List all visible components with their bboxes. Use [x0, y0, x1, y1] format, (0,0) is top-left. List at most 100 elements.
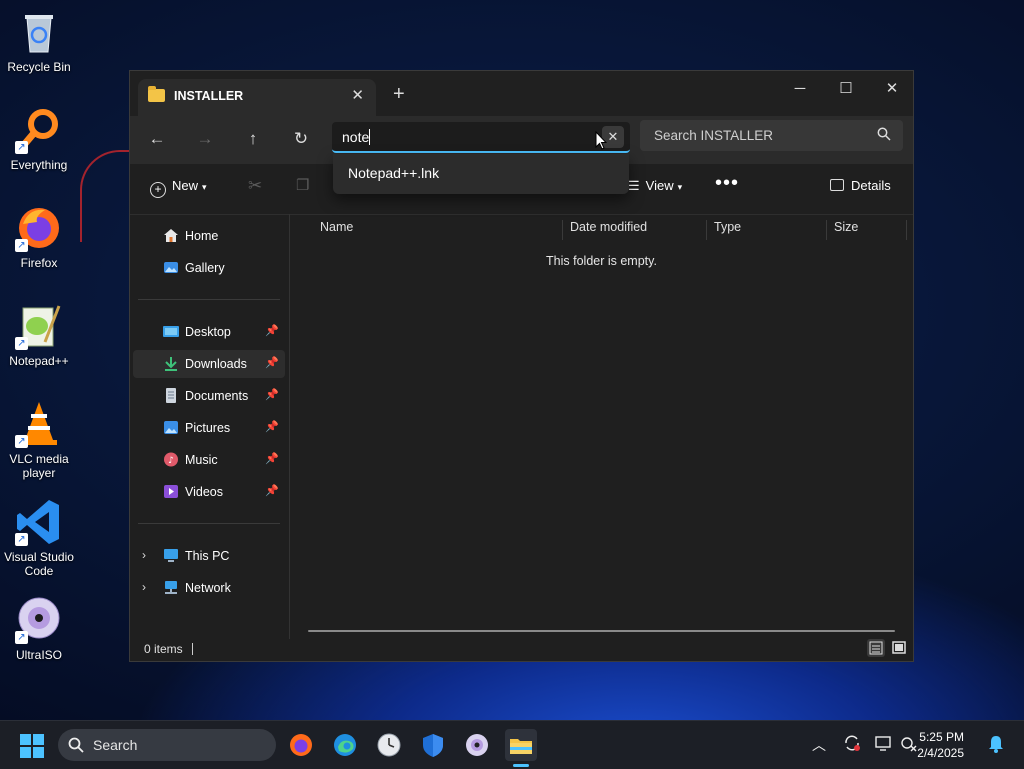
- nav-item-videos[interactable]: Videos 📌: [133, 478, 285, 506]
- display-icon[interactable]: [875, 734, 893, 757]
- search-icon: [68, 737, 84, 758]
- nav-separator: [138, 523, 280, 524]
- address-bar-input[interactable]: note ✕: [332, 122, 630, 153]
- system-clock[interactable]: 5:25 PM 2/4/2025: [917, 729, 964, 761]
- expand-chevron-icon[interactable]: ›: [142, 548, 146, 562]
- tab-close-icon[interactable]: ✕: [351, 86, 364, 104]
- nav-label: Network: [185, 581, 231, 595]
- pin-icon: 📌: [265, 389, 279, 401]
- details-button[interactable]: Details: [830, 178, 891, 193]
- defender-shield-icon[interactable]: [417, 729, 449, 761]
- back-arrow-icon[interactable]: ←: [144, 126, 170, 152]
- more-options-icon[interactable]: •••: [715, 172, 739, 195]
- nav-item-music[interactable]: ♪ Music 📌: [133, 446, 285, 474]
- refresh-icon[interactable]: ↻: [288, 126, 314, 152]
- desktop-icon-label: Everything: [10, 158, 68, 172]
- address-suggestions-dropdown: Notepad++.lnk: [333, 154, 629, 194]
- ultraiso-disc-icon[interactable]: [461, 729, 493, 761]
- horizontal-scrollbar[interactable]: [308, 630, 895, 632]
- nav-label: Music: [185, 453, 218, 467]
- pictures-folder-icon: [163, 420, 179, 435]
- music-folder-icon: ♪: [163, 452, 179, 467]
- sync-status-icon[interactable]: [843, 734, 861, 757]
- desktop-folder-icon: [163, 324, 179, 339]
- tab-installer[interactable]: INSTALLER ✕: [138, 79, 376, 116]
- network-icon: [163, 580, 179, 595]
- everything-search-icon: ↗: [15, 106, 63, 154]
- title-bar: INSTALLER ✕ + ─ ☐ ✕: [130, 71, 913, 116]
- view-button[interactable]: ☰ View ▾: [628, 178, 682, 194]
- notepad-plus-plus-icon: ↗: [15, 302, 63, 350]
- nav-label: Documents: [185, 389, 249, 403]
- downloads-folder-icon: [163, 356, 179, 371]
- shortcut-arrow-icon: ↗: [15, 239, 28, 252]
- details-view-icon[interactable]: [867, 639, 885, 657]
- suggestion-item[interactable]: Notepad++.lnk: [348, 165, 439, 181]
- item-count: 0 items: [144, 642, 183, 656]
- desktop-icon-firefox[interactable]: ↗ Firefox: [0, 204, 78, 270]
- pin-icon: 📌: [265, 453, 279, 465]
- nav-label: This PC: [185, 549, 230, 563]
- taskbar: Search ︿ 5:25 PM 2/4/2025: [0, 720, 1024, 769]
- forward-arrow-icon[interactable]: →: [192, 126, 218, 152]
- desktop-icon-label: Visual Studio Code: [4, 550, 74, 578]
- new-tab-icon[interactable]: +: [393, 83, 405, 106]
- network-status-icon[interactable]: [900, 734, 918, 757]
- recycle-bin-icon: [15, 8, 63, 56]
- nav-item-this-pc[interactable]: › This PC: [133, 542, 285, 570]
- show-hidden-icons-chevron-icon[interactable]: ︿: [812, 735, 826, 755]
- shortcut-arrow-icon: ↗: [15, 631, 28, 644]
- pin-icon: 📌: [265, 325, 279, 337]
- new-button[interactable]: + New ▾: [150, 178, 207, 198]
- tab-title: INSTALLER: [174, 89, 244, 103]
- desktop-icon-notepadpp[interactable]: ↗ Notepad++: [0, 302, 78, 368]
- nav-separator: [138, 299, 280, 300]
- nav-item-pictures[interactable]: Pictures 📌: [133, 414, 285, 442]
- search-box[interactable]: Search INSTALLER: [640, 120, 903, 151]
- firefox-icon[interactable]: [285, 729, 317, 761]
- desktop-icon-vscode[interactable]: ↗ Visual Studio Code: [0, 498, 78, 578]
- large-icons-view-icon[interactable]: [890, 639, 908, 657]
- expand-chevron-icon[interactable]: ›: [142, 580, 146, 594]
- vlc-cone-icon: ↗: [15, 400, 63, 448]
- nav-label: Home: [185, 229, 219, 243]
- nav-item-network[interactable]: › Network: [133, 574, 285, 602]
- mouse-cursor-icon: [595, 130, 608, 156]
- edge-icon[interactable]: [329, 729, 361, 761]
- status-bar: 0 items: [130, 639, 913, 661]
- clock-time: 5:25 PM: [919, 730, 964, 744]
- start-windows-icon[interactable]: [20, 734, 44, 763]
- taskbar-search-box[interactable]: Search: [58, 729, 276, 761]
- nav-label: Downloads: [185, 357, 247, 371]
- search-placeholder: Search INSTALLER: [654, 128, 774, 143]
- up-arrow-icon[interactable]: ↑: [240, 126, 266, 152]
- nav-item-desktop[interactable]: Desktop 📌: [133, 318, 285, 346]
- videos-folder-icon: [163, 484, 179, 499]
- cut-icon[interactable]: ✂: [248, 176, 262, 196]
- column-header-date-modified[interactable]: Date modified: [563, 220, 707, 240]
- desktop-icon-label: Notepad++: [9, 354, 69, 368]
- shortcut-arrow-icon: ↗: [15, 337, 28, 350]
- file-explorer-icon[interactable]: [505, 729, 537, 767]
- desktop-icon-everything[interactable]: ↗ Everything: [0, 106, 78, 172]
- column-header-name[interactable]: Name: [313, 220, 563, 240]
- minimize-icon[interactable]: ─: [780, 75, 820, 103]
- desktop-icon-recycle-bin[interactable]: Recycle Bin: [0, 8, 78, 74]
- chevron-down-icon: ▾: [677, 182, 683, 192]
- maximize-icon[interactable]: ☐: [826, 75, 866, 103]
- nav-item-documents[interactable]: Documents 📌: [133, 382, 285, 410]
- clock-app-icon[interactable]: [373, 729, 405, 761]
- column-header-type[interactable]: Type: [707, 220, 827, 240]
- copy-icon[interactable]: ❐: [296, 176, 309, 194]
- notification-bell-icon[interactable]: [988, 735, 1004, 758]
- close-window-icon[interactable]: ✕: [872, 75, 912, 103]
- nav-item-home[interactable]: Home: [133, 222, 285, 250]
- nav-item-gallery[interactable]: Gallery: [133, 254, 285, 282]
- file-list-pane: Name Date modified Type Size This folder…: [290, 214, 913, 639]
- nav-item-downloads[interactable]: Downloads 📌: [133, 350, 285, 378]
- shortcut-arrow-icon: ↗: [15, 533, 28, 546]
- home-icon: [163, 228, 179, 243]
- column-header-size[interactable]: Size: [827, 220, 907, 240]
- desktop-icon-ultraiso[interactable]: ↗ UltraISO: [0, 596, 78, 662]
- desktop-icon-vlc[interactable]: ↗ VLC media player: [0, 400, 78, 480]
